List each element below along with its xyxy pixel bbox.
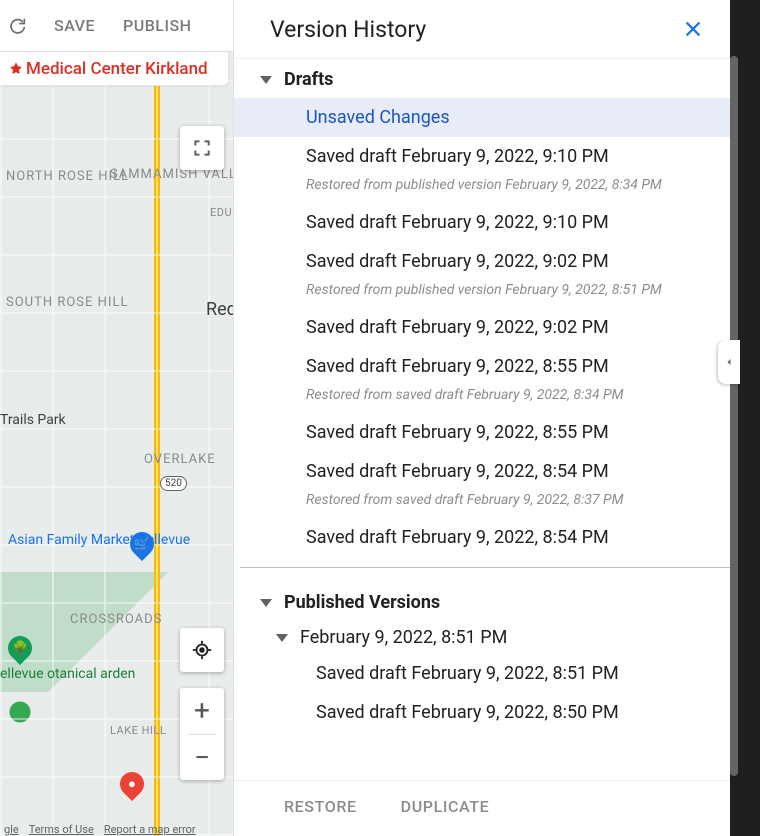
published-version-timestamp: February 9, 2022, 8:51 PM bbox=[300, 627, 507, 648]
park-pin-icon[interactable]: 🌳 bbox=[3, 631, 37, 665]
version-history-header: Version History bbox=[234, 0, 730, 59]
version-history-footer: RESTORE DUPLICATE bbox=[234, 780, 730, 836]
location-text: Medical Center Kirkland bbox=[26, 59, 208, 79]
published-version-group[interactable]: February 9, 2022, 8:51 PM bbox=[234, 621, 730, 654]
published-section-header[interactable]: Published Versions bbox=[234, 582, 730, 621]
map-label: SAMMAMISH VALLEY bbox=[110, 168, 240, 182]
location-pin-icon[interactable]: ● bbox=[115, 767, 149, 801]
draft-item[interactable]: Unsaved Changes bbox=[234, 98, 730, 137]
panel-title: Version History bbox=[270, 16, 426, 43]
redo-button[interactable] bbox=[6, 16, 26, 36]
draft-item[interactable]: Saved draft February 9, 2022, 9:10 PM bbox=[234, 137, 730, 176]
draft-item-note: Restored from saved draft February 9, 20… bbox=[234, 386, 730, 413]
version-history-body: Drafts Unsaved ChangesSaved draft Februa… bbox=[234, 59, 730, 780]
drafts-list: Unsaved ChangesSaved draft February 9, 2… bbox=[234, 98, 730, 557]
draft-item[interactable]: Saved draft February 9, 2022, 8:55 PM bbox=[234, 413, 730, 452]
chevron-down-icon[interactable] bbox=[260, 599, 272, 607]
draft-item[interactable]: Saved draft February 9, 2022, 9:10 PM bbox=[234, 203, 730, 242]
section-divider bbox=[240, 567, 730, 568]
draft-item-note: Restored from saved draft February 9, 20… bbox=[234, 491, 730, 518]
terms-link[interactable]: Terms of Use bbox=[29, 823, 94, 836]
draft-item[interactable]: Saved draft February 9, 2022, 9:02 PM bbox=[234, 242, 730, 281]
map-label: SOUTH ROSE HILL bbox=[6, 296, 128, 310]
published-list: February 9, 2022, 8:51 PM Saved draft Feb… bbox=[234, 621, 730, 732]
zoom-control: + − bbox=[180, 688, 224, 780]
route-shield-icon: 520 bbox=[160, 476, 187, 491]
draft-item-note: Restored from published version February… bbox=[234, 281, 730, 308]
map-label: CROSSROADS bbox=[70, 612, 162, 627]
location-pill[interactable]: Medical Center Kirkland bbox=[0, 52, 229, 86]
published-draft-item[interactable]: Saved draft February 9, 2022, 8:51 PM bbox=[234, 654, 730, 693]
version-history-panel: Version History Drafts Unsaved ChangesSa… bbox=[233, 0, 730, 836]
drafts-header-label: Drafts bbox=[284, 69, 333, 90]
restore-button[interactable]: RESTORE bbox=[284, 797, 357, 816]
map-attribution: gle Terms of Use Report a map error bbox=[0, 816, 240, 836]
draft-item-note: Restored from published version February… bbox=[234, 176, 730, 203]
draft-item[interactable]: Saved draft February 9, 2022, 8:55 PM bbox=[234, 347, 730, 386]
chevron-down-icon[interactable] bbox=[276, 634, 288, 642]
drafts-section-header[interactable]: Drafts bbox=[234, 59, 730, 98]
chevron-down-icon[interactable] bbox=[260, 76, 272, 84]
google-link[interactable]: gle bbox=[4, 823, 19, 836]
zoom-in-button[interactable]: + bbox=[180, 688, 224, 734]
report-link[interactable]: Report a map error bbox=[104, 823, 196, 836]
map-label: EDU bbox=[210, 206, 232, 219]
map-label: OVERLAKE bbox=[144, 452, 216, 467]
editor-toolbar: SAVE PUBLISH bbox=[0, 0, 233, 52]
map-poi-label: ellevue otanical arden bbox=[0, 666, 135, 682]
map-park-label: Trails Park bbox=[0, 412, 66, 428]
published-header-label: Published Versions bbox=[284, 592, 440, 613]
collapse-panel-handle[interactable] bbox=[718, 340, 740, 384]
duplicate-button[interactable]: DUPLICATE bbox=[401, 797, 490, 816]
close-button[interactable] bbox=[678, 14, 708, 44]
zoom-out-button[interactable]: − bbox=[180, 735, 224, 781]
window-scrollbar-gutter bbox=[730, 0, 760, 836]
draft-item[interactable]: Saved draft February 9, 2022, 8:54 PM bbox=[234, 518, 730, 557]
save-button[interactable]: SAVE bbox=[54, 16, 95, 35]
map-poi-label: Asian Family Market Bellevue bbox=[8, 532, 190, 548]
published-draft-item[interactable]: Saved draft February 9, 2022, 8:50 PM bbox=[234, 693, 730, 732]
draft-item[interactable]: Saved draft February 9, 2022, 9:02 PM bbox=[234, 308, 730, 347]
map-pin-icon bbox=[8, 61, 24, 77]
draft-item[interactable]: Saved draft February 9, 2022, 8:54 PM bbox=[234, 452, 730, 491]
map-canvas[interactable]: NORTH ROSE HILL SAMMAMISH VALLEY EDU SOU… bbox=[0, 52, 240, 836]
my-location-button[interactable] bbox=[180, 628, 224, 672]
map-label: LAKE HILL bbox=[110, 724, 166, 737]
publish-button[interactable]: PUBLISH bbox=[123, 16, 192, 35]
fullscreen-button[interactable] bbox=[180, 126, 224, 170]
